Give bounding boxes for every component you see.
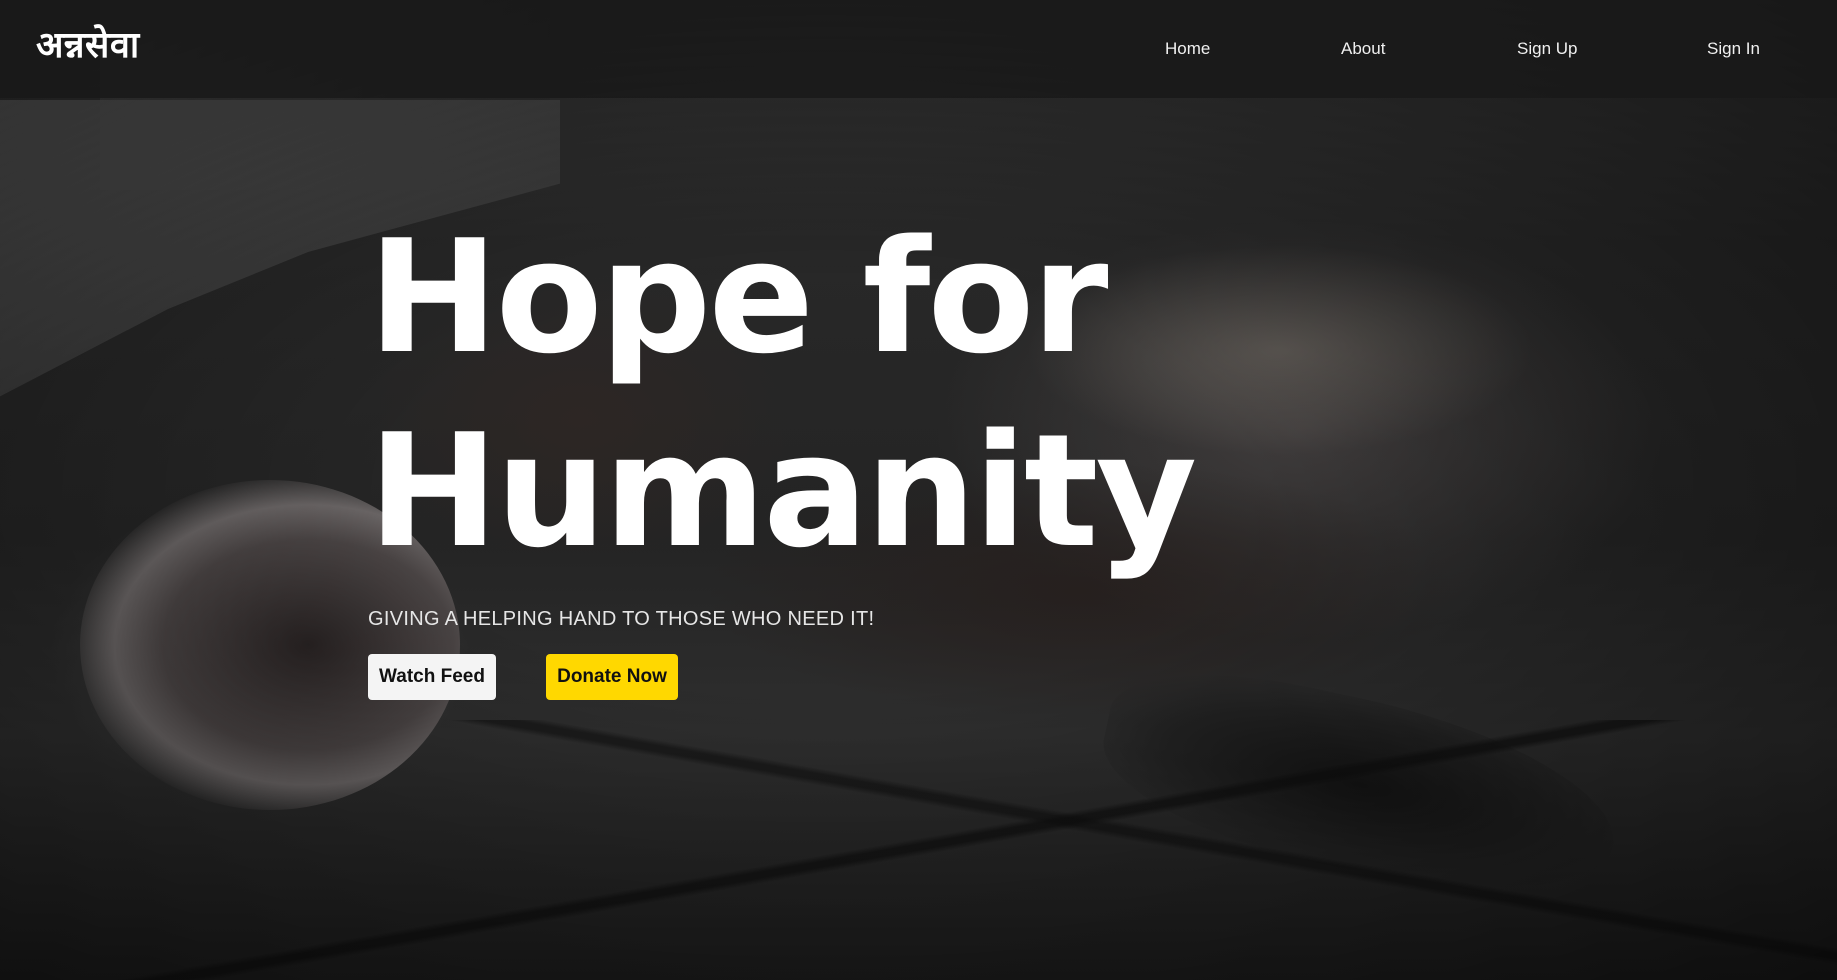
donate-now-button[interactable]: Donate Now [546,654,678,700]
nav-link-sign-in[interactable]: Sign In [1707,36,1760,62]
nav-link-sign-up[interactable]: Sign Up [1517,36,1577,62]
hero-content: Hope for Humanity GIVING A HELPING HAND … [368,200,1197,700]
hero-headline-line-2: Humanity [368,400,1197,582]
hero-buttons: Watch Feed Donate Now [368,654,1194,700]
nav-link-home[interactable]: Home [1165,36,1210,62]
hero-subheading: GIVING A HELPING HAND TO THOSE WHO NEED … [368,608,875,630]
hero-headline: Hope for Humanity [368,200,1197,588]
top-navbar: अन्नसेवा Home About Sign Up Sign In [0,0,1837,98]
nav-link-about[interactable]: About [1341,36,1385,62]
hero-section: अन्नसेवा Home About Sign Up Sign In Hope… [0,0,1837,980]
hero-headline-line-1: Hope for [368,206,1108,388]
site-logo[interactable]: अन्नसेवा [36,22,140,70]
watch-feed-button[interactable]: Watch Feed [368,654,496,700]
